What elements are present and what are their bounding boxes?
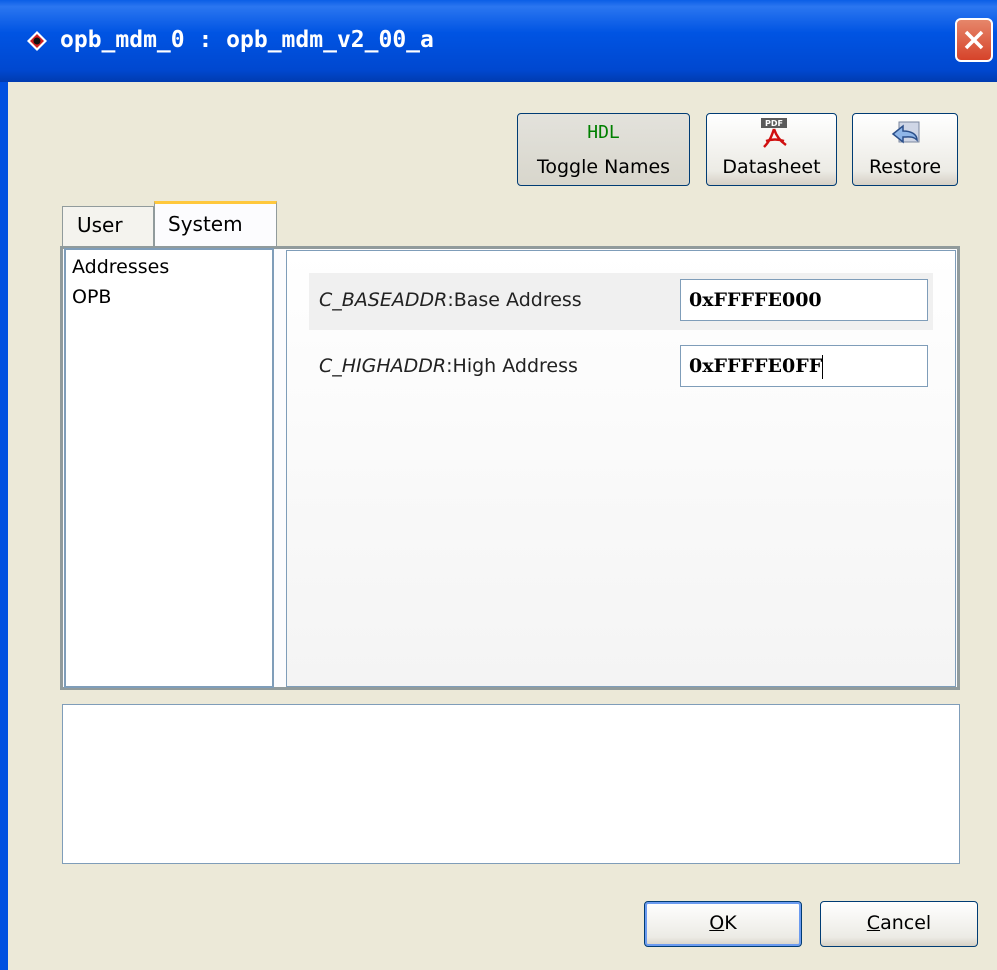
- cancel-mnemonic: C: [866, 912, 881, 934]
- window-title: opb_mdm_0 : opb_mdm_v2_00_a: [60, 27, 434, 53]
- list-item-opb[interactable]: OPB: [72, 286, 111, 308]
- highaddr-value: 0xFFFFE0FF: [689, 355, 823, 377]
- close-button[interactable]: [955, 18, 993, 62]
- datasheet-button[interactable]: PDF Datasheet: [706, 113, 837, 186]
- param-description: High Address: [452, 355, 578, 377]
- title-bar[interactable]: opb_mdm_0 : opb_mdm_v2_00_a: [0, 0, 997, 82]
- window-frame-left: [0, 82, 8, 970]
- toggle-names-label: Toggle Names: [536, 156, 671, 178]
- baseaddr-input[interactable]: 0xFFFFE000: [680, 279, 928, 321]
- param-label-highaddr: C_HIGHADDR:High Address: [319, 355, 578, 377]
- param-description: Base Address: [453, 289, 582, 311]
- restore-label: Restore: [868, 156, 942, 178]
- cancel-label-rest: ancel: [880, 912, 932, 934]
- restore-button[interactable]: Restore: [852, 113, 958, 186]
- description-box: [62, 704, 960, 864]
- ok-button[interactable]: OK: [644, 901, 802, 947]
- restore-icon: [891, 121, 920, 144]
- hdl-name: C_HIGHADDR: [319, 355, 447, 377]
- cancel-button[interactable]: Cancel: [820, 901, 978, 947]
- svg-text:PDF: PDF: [765, 119, 783, 128]
- pdf-icon: PDF: [761, 118, 787, 148]
- app-icon: [27, 31, 47, 51]
- ok-mnemonic: O: [709, 912, 725, 934]
- category-list[interactable]: Addresses OPB: [64, 248, 274, 688]
- list-item-addresses[interactable]: Addresses: [72, 256, 169, 278]
- hdl-name: C_BASEADDR: [319, 289, 448, 311]
- tab-system-label: System: [168, 212, 243, 236]
- tab-system[interactable]: System: [154, 201, 277, 249]
- tab-user-label: User: [77, 213, 123, 237]
- param-label-baseaddr: C_BASEADDR:Base Address: [319, 289, 582, 311]
- tab-user[interactable]: User: [62, 206, 154, 248]
- highaddr-input[interactable]: 0xFFFFE0FF: [680, 345, 928, 387]
- ok-label-rest: K: [724, 912, 737, 934]
- datasheet-label: Datasheet: [722, 156, 821, 178]
- text-cursor: [822, 355, 824, 379]
- close-icon: [964, 30, 984, 50]
- hdl-icon: HDL: [587, 122, 620, 143]
- toggle-names-button[interactable]: HDL Toggle Names: [517, 113, 690, 186]
